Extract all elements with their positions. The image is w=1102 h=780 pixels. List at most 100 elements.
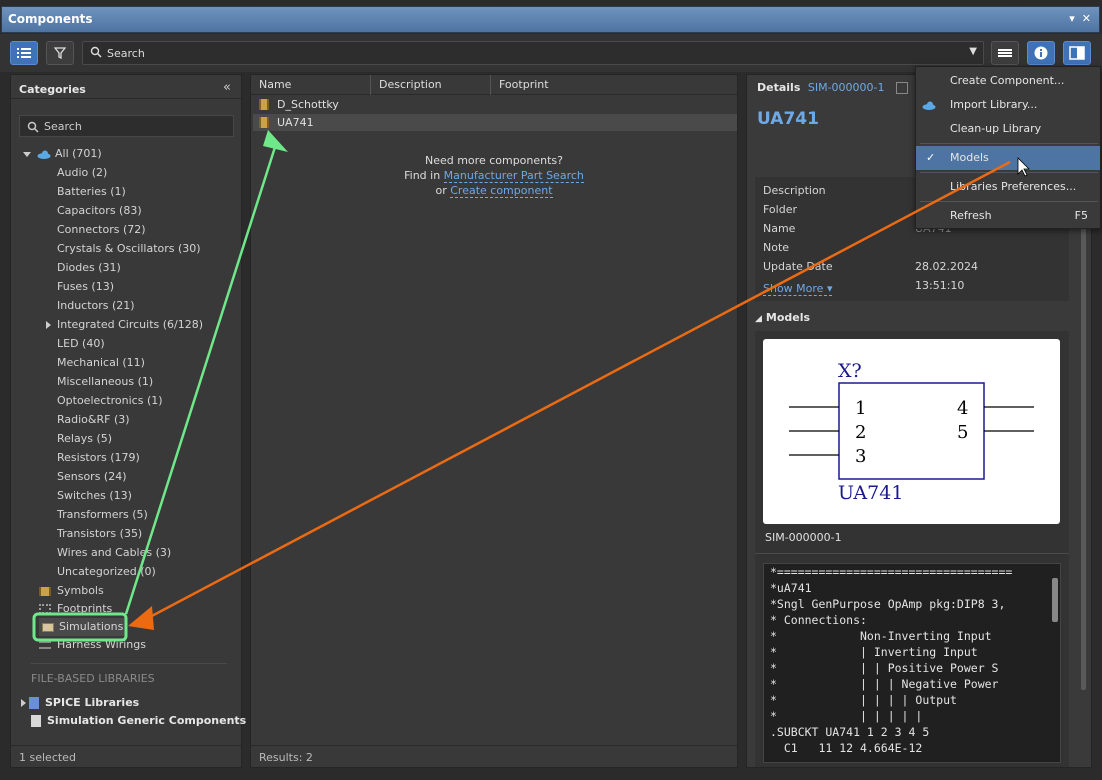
tree-item-category[interactable]: Wires and Cables (3) [57, 544, 171, 562]
tree-item-symbols[interactable]: Symbols [39, 582, 104, 600]
list-view-button[interactable] [10, 41, 38, 65]
list-item[interactable]: D_Schottky [253, 96, 737, 113]
column-header-footprint[interactable]: Footprint [491, 75, 611, 95]
column-header-description[interactable]: Description [371, 75, 491, 95]
tree-item-category[interactable]: Uncategorized (0) [57, 563, 156, 581]
column-headers: Name Description Footprint [251, 75, 737, 95]
tree-item-harness-wirings[interactable]: Harness Wirings [39, 636, 146, 654]
menu-item-models[interactable]: ✓ Models [916, 146, 1100, 170]
close-icon[interactable]: ✕ [1082, 12, 1091, 25]
operations-menu: Create Component... Import Library... Cl… [915, 66, 1101, 229]
tree-item-all[interactable]: All (701) [23, 145, 102, 163]
tree-item-category[interactable]: Sensors (24) [57, 468, 127, 486]
harness-icon [39, 641, 51, 649]
window-titlebar: Components ▾ ✕ [0, 0, 1102, 34]
tree-item-spice-libraries[interactable]: SPICE Libraries [21, 694, 139, 712]
tree-item-category[interactable]: Crystals & Oscillators (30) [57, 240, 201, 258]
tree-item-footprints[interactable]: Footprints [39, 600, 112, 618]
filter-button[interactable] [46, 41, 74, 65]
search-icon [27, 121, 39, 133]
operations-menu-button[interactable] [991, 41, 1019, 65]
tree-item-category[interactable]: Optoelectronics (1) [57, 392, 163, 410]
tree-item-sim-generic[interactable]: Simulation Generic Components [31, 712, 246, 730]
tree-item-category[interactable]: Switches (13) [57, 487, 132, 505]
property-row: Note [763, 241, 790, 254]
opamp-symbol: X? 1 2 3 4 5 UA741 [789, 360, 1034, 504]
symbol-designator: X? [838, 360, 862, 382]
menu-item-create-component[interactable]: Create Component... [916, 69, 1100, 93]
tree-item-category[interactable]: Inductors (21) [57, 297, 135, 315]
results-count: Results: 2 [251, 745, 737, 767]
search-input[interactable]: Search ▼ [82, 41, 984, 65]
hamburger-icon [998, 49, 1012, 57]
spice-model-text: *================================== *uA7… [763, 563, 1061, 763]
file-based-libraries-header: FILE-BASED LIBRARIES [31, 672, 155, 685]
tree-item-category[interactable]: Miscellaneous (1) [57, 373, 153, 391]
tree-item-integrated-circuits[interactable]: Integrated Circuits (6/128) [46, 316, 203, 334]
layout-toggle-button[interactable] [1063, 41, 1091, 65]
tree-item-category[interactable]: Transformers (5) [57, 506, 148, 524]
details-toggle-button[interactable] [1027, 41, 1055, 65]
split-view-icon [1069, 46, 1085, 60]
symbol-comment: UA741 [838, 482, 903, 504]
create-component-link[interactable]: Create component [450, 184, 553, 198]
collapse-panel-icon[interactable]: « [223, 80, 231, 95]
pin-label: 5 [957, 422, 968, 443]
tree-item-category[interactable]: Radio&RF (3) [57, 411, 130, 429]
details-checkbox[interactable] [896, 82, 909, 94]
details-scrollbar[interactable] [1081, 225, 1086, 690]
menu-item-refresh[interactable]: Refresh F5 [916, 204, 1100, 228]
collapse-triangle-icon: ◢ [755, 314, 762, 324]
categories-panel: Categories « Search All (701) Audio (2) … [10, 74, 246, 768]
window-title: Components [8, 12, 93, 26]
chevron-down-icon[interactable]: ▼ [969, 46, 977, 57]
tree-item-category[interactable]: Capacitors (83) [57, 202, 142, 220]
property-row: Description [763, 184, 826, 197]
tree-item-category[interactable]: Transistors (35) [57, 525, 142, 543]
tree-item-category[interactable]: Mechanical (11) [57, 354, 145, 372]
expand-icon[interactable] [46, 321, 51, 329]
property-row: NameUA741 [763, 222, 952, 235]
pin-label: 2 [855, 422, 866, 443]
column-header-name[interactable]: Name [251, 75, 371, 95]
tree-item-category[interactable]: Resistors (179) [57, 449, 140, 467]
menu-divider [920, 201, 1098, 202]
tree-item-category[interactable]: Fuses (13) [57, 278, 114, 296]
divider [31, 663, 227, 664]
mps-link[interactable]: Manufacturer Part Search [443, 169, 584, 183]
list-icon [17, 48, 31, 58]
details-label: Details [757, 81, 801, 94]
expand-icon[interactable] [21, 699, 26, 707]
category-search-input[interactable]: Search [19, 115, 234, 137]
models-section-header[interactable]: ◢ Models [755, 311, 810, 324]
tree-item-category[interactable]: Batteries (1) [57, 183, 126, 201]
code-scrollbar[interactable] [1052, 578, 1058, 622]
info-icon [1034, 46, 1048, 60]
tree-item-category[interactable]: Relays (5) [57, 430, 112, 448]
cloud-icon [37, 150, 51, 159]
menu-item-cleanup-library[interactable]: Clean-up Library [916, 117, 1100, 141]
symbol-preview: X? 1 2 3 4 5 UA741 [763, 339, 1060, 524]
filter-icon [54, 47, 66, 59]
expand-icon[interactable] [23, 151, 31, 157]
shortcut-label: F5 [1074, 209, 1088, 222]
tree-item-simulations[interactable]: Simulations [39, 618, 127, 636]
tree-item-category[interactable]: Diodes (31) [57, 259, 121, 277]
menu-divider [920, 172, 1098, 173]
menu-item-libraries-preferences[interactable]: Libraries Preferences... [916, 175, 1100, 199]
need-more-message: Need more components? Find in Manufactur… [251, 153, 737, 198]
tree-item-category[interactable]: LED (40) [57, 335, 105, 353]
details-id: SIM-000000-1 [807, 81, 885, 94]
menu-item-import-library[interactable]: Import Library... [916, 93, 1100, 117]
need-more-text: Need more components? [424, 154, 564, 167]
show-more-link[interactable]: Show More ▾ [763, 279, 833, 298]
tree-item-category[interactable]: Connectors (72) [57, 221, 146, 239]
tree-item-category[interactable]: Audio (2) [57, 164, 107, 182]
simulation-icon [42, 622, 54, 632]
categories-title: Categories [11, 75, 241, 99]
component-icon [259, 117, 269, 128]
list-item-selected[interactable]: UA741 [253, 114, 737, 131]
panel-menu-icon[interactable]: ▾ [1069, 12, 1075, 25]
footprint-icon [39, 604, 51, 614]
property-row: Update Date 28.02.2024 13:51:10 [763, 260, 978, 292]
